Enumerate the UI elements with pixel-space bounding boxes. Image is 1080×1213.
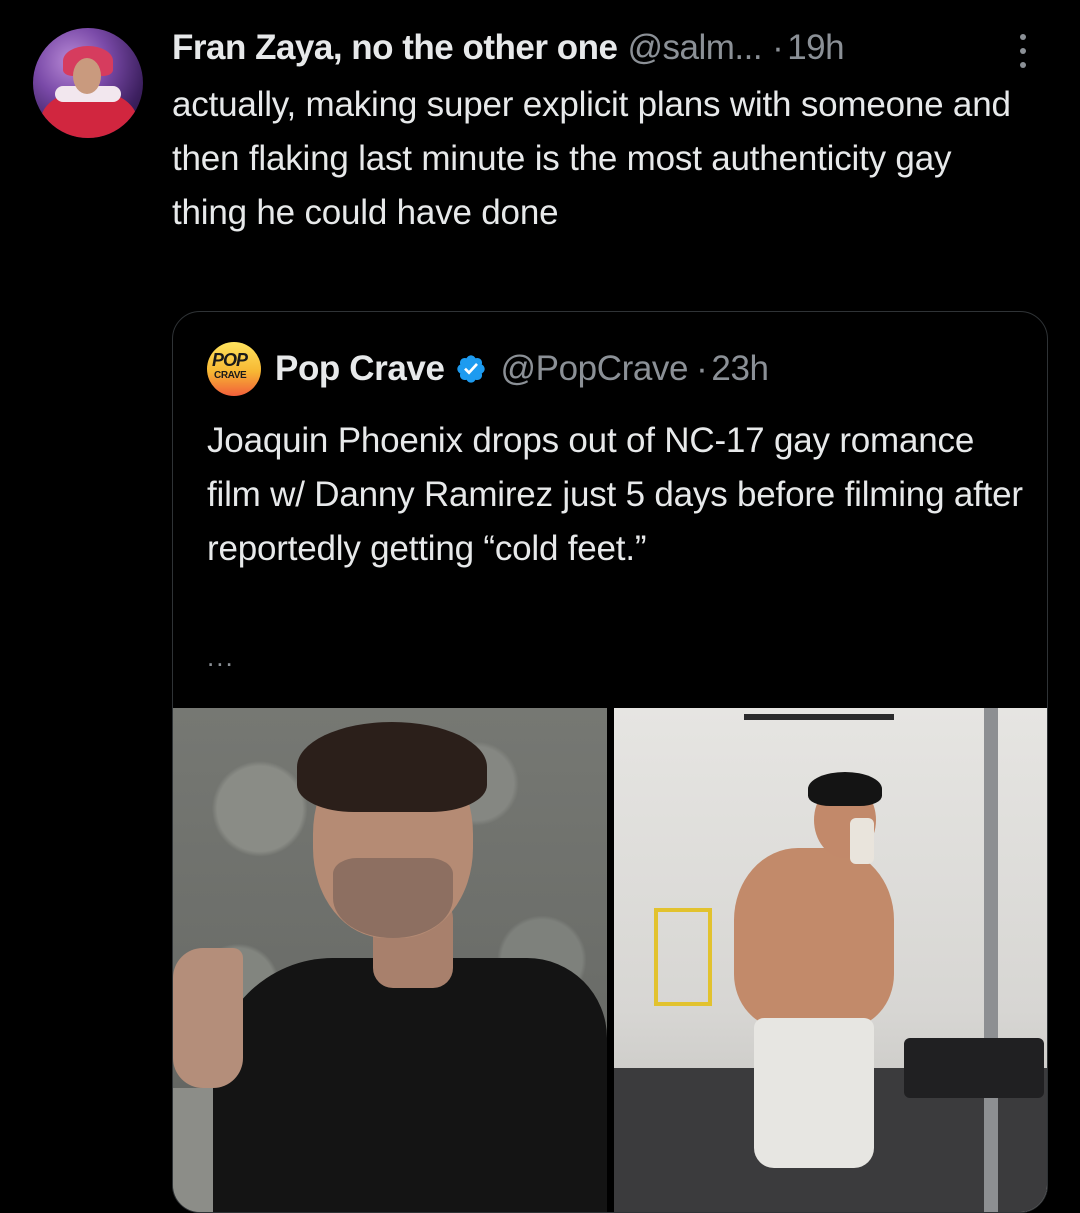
quoted-tweet-header: POP CRAVE Pop Crave @PopCrave · 23h: [207, 342, 769, 396]
photo-gym-mirror-selfie[interactable]: [614, 708, 1047, 1212]
photo-arm: [173, 948, 243, 1088]
quoted-timestamp[interactable]: 23h: [711, 349, 769, 389]
quoted-media-grid: [173, 708, 1047, 1212]
tweet[interactable]: Fran Zaya, no the other one @salm... · 1…: [0, 0, 1080, 1213]
photo-hair: [297, 722, 487, 812]
pop-crave-avatar[interactable]: POP CRAVE: [207, 342, 261, 396]
separator-dot: ·: [772, 28, 784, 67]
more-vertical-icon[interactable]: [1012, 32, 1034, 70]
photo-man-on-couch[interactable]: [173, 708, 607, 1212]
photo-torso: [734, 848, 894, 1028]
photo-rack-pole: [984, 708, 998, 1212]
quoted-separator-dot: ·: [696, 349, 708, 388]
photo-gym-equipment: [904, 1038, 1044, 1098]
avatar-logo-top: POP: [212, 350, 248, 370]
user-handle[interactable]: @salm...: [627, 28, 762, 68]
photo-hair-dark: [808, 772, 882, 806]
quoted-tweet-text: Joaquin Phoenix drops out of NC-17 gay r…: [207, 421, 1023, 568]
photo-beard: [333, 858, 453, 938]
photo-black-shirt: [213, 958, 607, 1212]
photo-yellow-frame: [654, 908, 712, 1006]
avatar-figure-face: [73, 58, 101, 94]
display-name[interactable]: Fran Zaya, no the other one: [172, 28, 618, 68]
tweet-header: Fran Zaya, no the other one @salm... · 1…: [172, 24, 845, 72]
photo-pullup-bar: [744, 714, 894, 720]
avatar-logo-bottom: CRAVE: [214, 370, 247, 381]
quoted-tweet[interactable]: POP CRAVE Pop Crave @PopCrave · 23h Joaq…: [172, 311, 1048, 1213]
tweet-text: actually, making super explicit plans wi…: [172, 85, 1011, 232]
quoted-handle[interactable]: @PopCrave: [501, 349, 689, 389]
verified-badge-icon: [456, 355, 485, 383]
photo-white-shorts: [754, 1018, 874, 1168]
photo-phone: [850, 818, 874, 864]
user-avatar[interactable]: [33, 28, 143, 138]
quoted-text-truncation: ...: [207, 642, 235, 672]
quoted-display-name[interactable]: Pop Crave: [275, 349, 445, 389]
tweet-timestamp[interactable]: 19h: [787, 28, 844, 68]
